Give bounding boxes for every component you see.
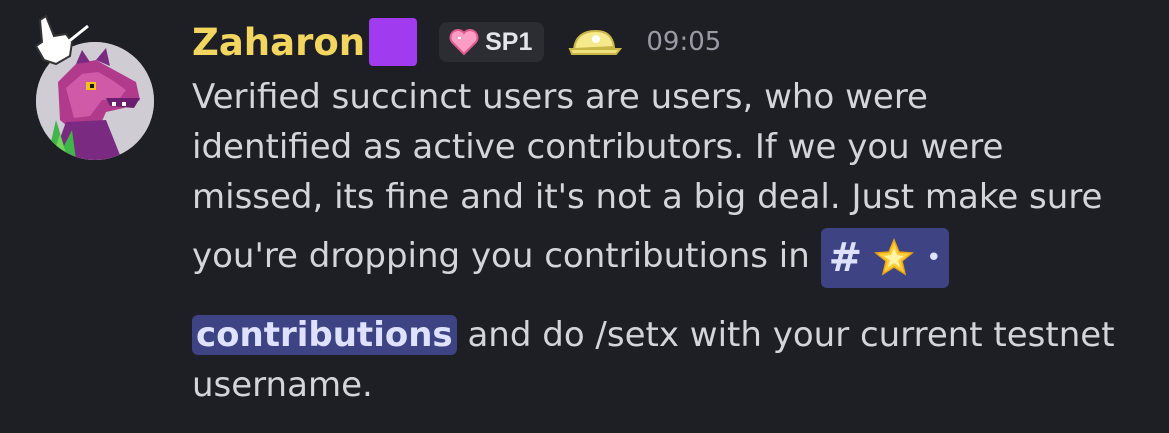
purple-square-icon bbox=[369, 18, 418, 66]
glowing-star-icon bbox=[874, 237, 915, 278]
message-timestamp: 09:05 bbox=[646, 27, 722, 57]
channel-mention-button[interactable]: # • bbox=[820, 227, 950, 288]
channel-separator: • bbox=[926, 242, 942, 273]
channel-hash-icon: # bbox=[828, 234, 863, 281]
author-username[interactable]: Zaharon bbox=[192, 24, 365, 61]
message-line: username. bbox=[192, 365, 373, 405]
role-tag[interactable]: SP1 bbox=[439, 22, 545, 62]
pink-heart-icon bbox=[449, 28, 479, 56]
pointing-hand-icon bbox=[26, 12, 96, 76]
role-tag-label: SP1 bbox=[485, 27, 533, 56]
message-line: missed, its fine and it's not a big deal… bbox=[192, 177, 1103, 217]
chat-message: Zaharon SP1 09:05 Verified succinct user… bbox=[0, 0, 1169, 433]
message-line: you're dropping you contributions in # • bbox=[192, 222, 1152, 302]
message-content: Verified succinct users are users, who w… bbox=[192, 72, 1152, 410]
channel-mention-name[interactable]: contributions bbox=[192, 315, 457, 355]
message-line: contributions and do /setx with your cur… bbox=[192, 310, 1152, 360]
message-header: Zaharon SP1 09:05 bbox=[192, 14, 721, 70]
message-text: you're dropping you contributions in bbox=[192, 236, 821, 276]
avatar-container[interactable] bbox=[24, 12, 164, 160]
yellow-cap-icon bbox=[566, 27, 623, 57]
message-text: and do /setx with your current testnet bbox=[456, 315, 1115, 355]
message-line: Verified succinct users are users, who w… bbox=[192, 77, 928, 117]
message-line: identified as active contributors. If we… bbox=[192, 127, 1004, 167]
